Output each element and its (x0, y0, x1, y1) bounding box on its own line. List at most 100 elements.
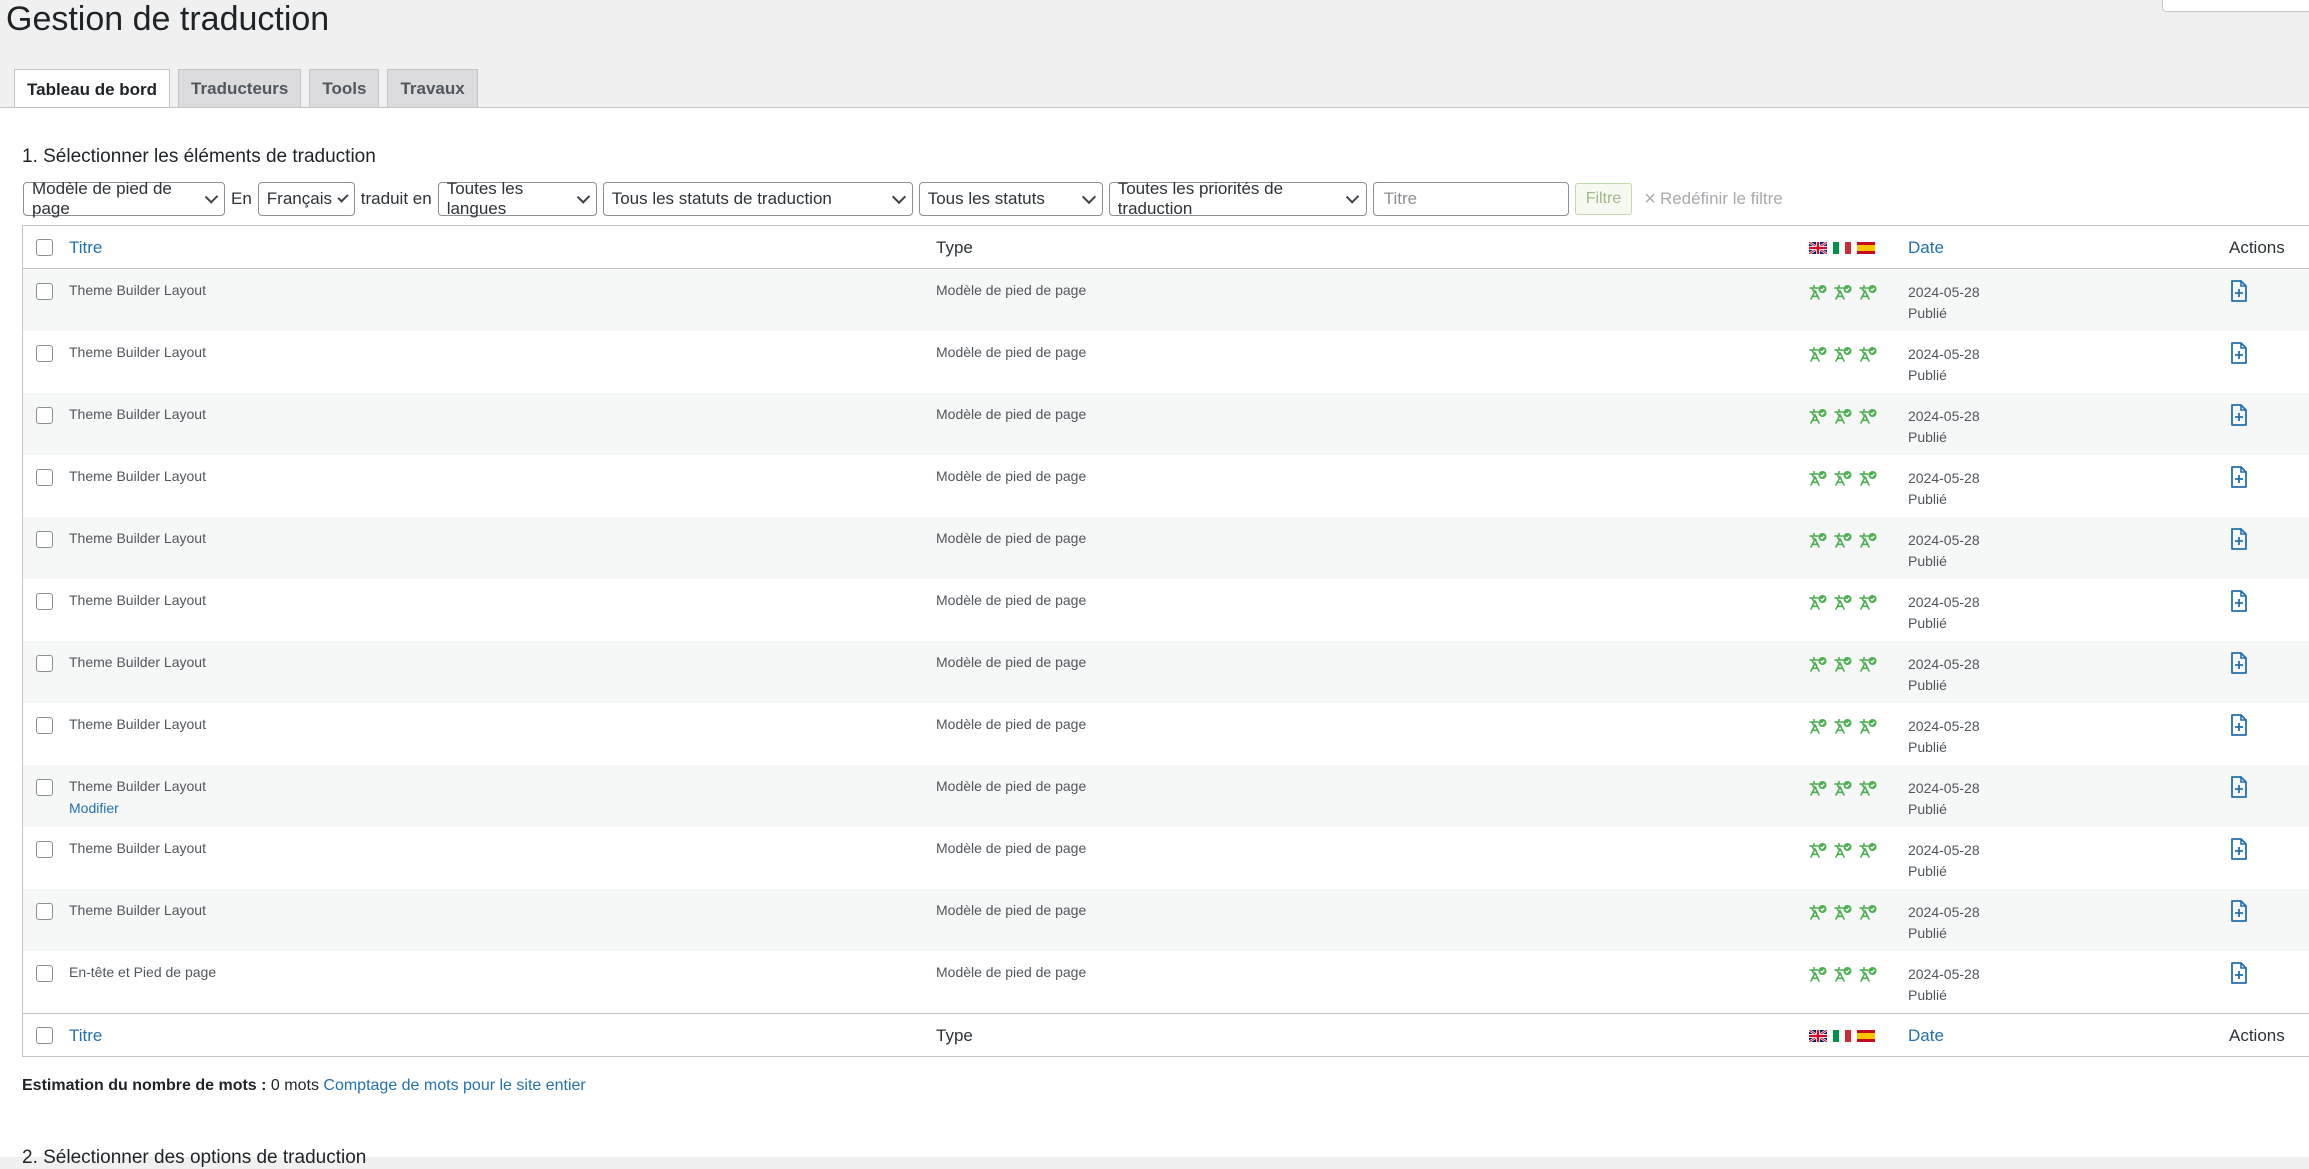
column-title-sort[interactable]: Titre (69, 238, 102, 258)
translation-complete-icon[interactable] (1809, 408, 1827, 424)
reset-filter-link[interactable]: × Redéfinir le filtre (1644, 188, 1783, 211)
translation-complete-icon[interactable] (1859, 842, 1877, 858)
row-checkbox[interactable] (36, 407, 53, 424)
translation-complete-icon[interactable] (1834, 594, 1852, 610)
translation-complete-icon[interactable] (1834, 532, 1852, 548)
add-translation-icon[interactable] (2229, 961, 2249, 985)
translation-complete-icon[interactable] (1809, 656, 1827, 672)
row-type: Modèle de pied de page (936, 716, 1087, 732)
row-checkbox[interactable] (36, 469, 53, 486)
translation-complete-icon[interactable] (1859, 966, 1877, 982)
add-translation-icon[interactable] (2229, 403, 2249, 427)
translation-complete-icon[interactable] (1809, 594, 1827, 610)
translation-complete-icon[interactable] (1834, 904, 1852, 920)
translation-complete-icon[interactable] (1834, 780, 1852, 796)
row-status: Publié (1908, 429, 1947, 445)
site-word-count-link[interactable]: Comptage de mots pour le site entier (323, 1077, 585, 1094)
add-translation-icon[interactable] (2229, 465, 2249, 489)
row-actions (2229, 279, 2249, 303)
translation-complete-icon[interactable] (1809, 470, 1827, 486)
translation-complete-icon[interactable] (1809, 532, 1827, 548)
translation-complete-icon[interactable] (1859, 346, 1877, 362)
translation-complete-icon[interactable] (1834, 346, 1852, 362)
row-actions (2229, 837, 2249, 861)
translation-complete-icon[interactable] (1859, 594, 1877, 610)
tab-tools[interactable]: Tools (309, 69, 380, 107)
tab-dashboard[interactable]: Tableau de bord (14, 69, 171, 109)
tab-jobs[interactable]: Travaux (387, 69, 478, 107)
row-translation-statuses (1809, 532, 1877, 548)
translation-complete-icon[interactable] (1809, 718, 1827, 734)
translation-complete-icon[interactable] (1859, 532, 1877, 548)
row-date: 2024-05-28 (1908, 346, 1980, 362)
translation-complete-icon[interactable] (1809, 780, 1827, 796)
add-translation-icon[interactable] (2229, 775, 2249, 799)
row-edit-link[interactable]: Modifier (69, 800, 206, 816)
add-translation-icon[interactable] (2229, 837, 2249, 861)
tab-translators[interactable]: Traducteurs (178, 69, 302, 107)
translation-complete-icon[interactable] (1859, 780, 1877, 796)
column-date-sort-footer[interactable]: Date (1908, 1026, 1944, 1046)
row-title: Theme Builder Layout (69, 406, 206, 422)
row-checkbox[interactable] (36, 903, 53, 920)
row-checkbox[interactable] (36, 531, 53, 548)
translation-complete-icon[interactable] (1834, 656, 1852, 672)
translation-complete-icon[interactable] (1809, 284, 1827, 300)
translation-complete-icon[interactable] (1859, 718, 1877, 734)
translation-complete-icon[interactable] (1809, 346, 1827, 362)
add-translation-icon[interactable] (2229, 341, 2249, 365)
translation-complete-icon[interactable] (1834, 470, 1852, 486)
row-status: Publié (1908, 739, 1947, 755)
translation-complete-icon[interactable] (1809, 966, 1827, 982)
translation-complete-icon[interactable] (1859, 904, 1877, 920)
row-checkbox[interactable] (36, 655, 53, 672)
source-language-select[interactable]: Français (257, 182, 355, 216)
select-all-checkbox-footer[interactable] (36, 1027, 53, 1044)
add-translation-icon[interactable] (2229, 899, 2249, 923)
add-translation-icon[interactable] (2229, 713, 2249, 737)
add-translation-icon[interactable] (2229, 279, 2249, 303)
translation-status-select[interactable]: Tous les statuts de traduction (602, 182, 913, 216)
row-checkbox[interactable] (36, 593, 53, 610)
type-select[interactable]: Modèle de pied de page (23, 179, 225, 218)
translation-complete-icon[interactable] (1834, 284, 1852, 300)
status-select[interactable]: Tous les statuts (918, 182, 1103, 216)
column-title-sort-footer[interactable]: Titre (69, 1026, 102, 1046)
translation-complete-icon[interactable] (1834, 718, 1852, 734)
row-type: Modèle de pied de page (936, 530, 1087, 546)
title-search-input[interactable] (1372, 182, 1569, 216)
translation-complete-icon[interactable] (1809, 904, 1827, 920)
translation-complete-icon[interactable] (1859, 470, 1877, 486)
row-actions (2229, 527, 2249, 551)
translation-complete-icon[interactable] (1809, 842, 1827, 858)
row-checkbox[interactable] (36, 965, 53, 982)
word-count-value: 0 mots (270, 1077, 319, 1094)
add-translation-icon[interactable] (2229, 589, 2249, 613)
translation-complete-icon[interactable] (1859, 656, 1877, 672)
add-translation-icon[interactable] (2229, 527, 2249, 551)
translation-complete-icon[interactable] (1834, 966, 1852, 982)
row-checkbox[interactable] (36, 283, 53, 300)
translation-complete-icon[interactable] (1859, 408, 1877, 424)
filter-button[interactable]: Filtre (1574, 183, 1633, 215)
column-date-sort[interactable]: Date (1908, 238, 1944, 258)
column-languages (1809, 242, 1875, 254)
translation-complete-icon[interactable] (1834, 842, 1852, 858)
translation-complete-icon[interactable] (1834, 408, 1852, 424)
row-checkbox[interactable] (36, 717, 53, 734)
row-checkbox[interactable] (36, 779, 53, 796)
target-language-select[interactable]: Toutes les langues (437, 179, 597, 218)
translation-complete-icon[interactable] (1859, 284, 1877, 300)
row-checkbox[interactable] (36, 345, 53, 362)
row-date-cell: 2024-05-28 Publié (1908, 468, 1980, 510)
priority-select[interactable]: Toutes les priorités de traduction (1108, 179, 1367, 218)
row-checkbox[interactable] (36, 841, 53, 858)
table-row: Theme Builder Layout Modèle de pied de p… (23, 455, 2309, 517)
select-all-checkbox[interactable] (36, 239, 53, 256)
row-date-cell: 2024-05-28 Publié (1908, 716, 1980, 758)
row-title-cell: Theme Builder Layout (69, 716, 206, 732)
row-date: 2024-05-28 (1908, 284, 1980, 300)
screen-search-input[interactable] (2162, 0, 2309, 12)
flag-italy-icon (1833, 242, 1851, 254)
add-translation-icon[interactable] (2229, 651, 2249, 675)
